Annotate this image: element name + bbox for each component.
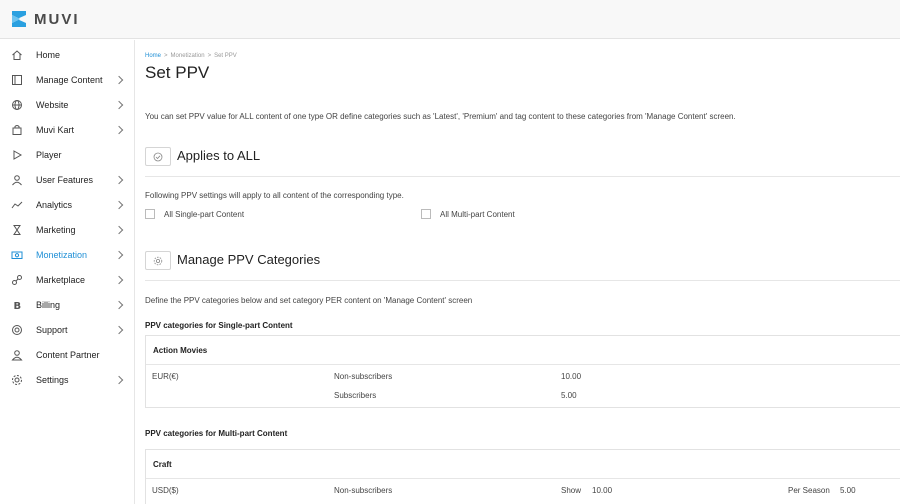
- price-value: 10.00: [561, 372, 582, 381]
- play-icon: [10, 148, 24, 162]
- partner-icon: [10, 348, 24, 362]
- manage-categories-section-header: Manage PPV Categories: [145, 251, 900, 281]
- chevron-right-icon: [114, 250, 124, 260]
- page-title: Set PPV: [145, 63, 210, 82]
- muvi-logo-icon: [12, 11, 26, 27]
- home-icon: [10, 48, 24, 62]
- sidebar-item-user-features[interactable]: User Features: [0, 168, 135, 192]
- chevron-right-icon: [114, 225, 124, 235]
- sidebar-item-label: Marketplace: [36, 275, 86, 285]
- multi-part-label: All Multi-part Content: [440, 209, 515, 219]
- sidebar-item-label: Home: [36, 50, 61, 60]
- chevron-right-icon: [114, 325, 124, 335]
- gear-icon: [145, 251, 171, 270]
- category-card-craft: Craft USD($) Non-subscribers Show 10.00 …: [145, 449, 900, 504]
- sidebar-item-label: Website: [36, 100, 69, 110]
- sidebar-item-label: Content Partner: [36, 350, 100, 360]
- sidebar-item-marketplace[interactable]: Marketplace: [0, 268, 135, 292]
- globe-icon: [10, 98, 24, 112]
- category-divider: [146, 478, 900, 479]
- sidebar-item-label: Muvi Kart: [36, 125, 75, 135]
- content-icon: [10, 73, 24, 87]
- bag-icon: [10, 123, 24, 137]
- applies-all-section-header: Applies to ALL: [145, 147, 900, 177]
- single-part-heading: PPV categories for Single-part Content: [145, 321, 293, 330]
- multi-part-checkbox[interactable]: [421, 209, 431, 219]
- category-card-action-movies: Action Movies EUR(€) Non-subscribers 10.…: [145, 335, 900, 408]
- breadcrumb-home-link[interactable]: Home: [145, 53, 161, 59]
- link-icon: [10, 273, 24, 287]
- sidebar-item-label: Billing: [36, 300, 61, 310]
- sidebar-item-label: Marketing: [36, 225, 76, 235]
- sidebar-item-content-partner[interactable]: Content Partner: [0, 343, 135, 367]
- sidebar-item-label: Analytics: [36, 200, 73, 210]
- chevron-right-icon: [114, 100, 124, 110]
- money-icon: [10, 248, 24, 262]
- category-name: Action Movies: [153, 346, 208, 355]
- currency-label: USD($): [152, 486, 179, 495]
- hourglass-icon: [10, 223, 24, 237]
- sidebar-item-billing[interactable]: B Billing: [0, 293, 135, 317]
- chevron-right-icon: [114, 175, 124, 185]
- bitcoin-icon: B: [10, 298, 24, 312]
- sidebar-item-settings[interactable]: Settings: [0, 368, 135, 392]
- single-part-option[interactable]: All Single-part Content: [145, 209, 244, 219]
- support-icon: [10, 323, 24, 337]
- applies-all-title: Applies to ALL: [177, 148, 261, 163]
- audience-label: Non-subscribers: [334, 486, 393, 495]
- check-circle-icon: [145, 147, 171, 166]
- season-label: Per Season: [788, 486, 830, 495]
- brand-name: MUVI: [34, 10, 80, 28]
- breadcrumb: Home > Monetization > Set PPV: [145, 53, 237, 59]
- currency-label: EUR(€): [152, 372, 179, 381]
- sidebar-item-manage-content[interactable]: Manage Content: [0, 68, 135, 92]
- manage-categories-description: Define the PPV categories below and set …: [145, 296, 473, 305]
- sidebar: Home Manage Content Website Muvi Kart Pl…: [0, 40, 135, 504]
- chevron-right-icon: [114, 200, 124, 210]
- category-divider: [146, 364, 900, 365]
- show-label: Show: [561, 486, 582, 495]
- season-price: 5.00: [840, 486, 856, 495]
- sidebar-item-label: Monetization: [36, 250, 88, 260]
- svg-text:B: B: [14, 301, 22, 311]
- muvi-logo[interactable]: MUVI: [10, 9, 80, 29]
- multi-part-heading: PPV categories for Multi-part Content: [145, 429, 288, 438]
- multi-part-option[interactable]: All Multi-part Content: [421, 209, 515, 219]
- breadcrumb-monetization-link[interactable]: Monetization: [171, 53, 205, 59]
- sidebar-item-label: Player: [36, 150, 62, 160]
- sidebar-item-website[interactable]: Website: [0, 93, 135, 117]
- sidebar-item-label: User Features: [36, 175, 94, 185]
- top-bar: MUVI: [0, 0, 900, 39]
- single-part-checkbox[interactable]: [145, 209, 155, 219]
- chevron-right-icon: [114, 300, 124, 310]
- sidebar-item-monetization[interactable]: Monetization: [0, 243, 135, 267]
- sidebar-item-home[interactable]: Home: [0, 43, 135, 67]
- chevron-right-icon: [114, 375, 124, 385]
- price-value: 5.00: [561, 391, 577, 400]
- category-name: Craft: [153, 460, 172, 469]
- sidebar-item-support[interactable]: Support: [0, 318, 135, 342]
- audience-label: Non-subscribers: [334, 372, 393, 381]
- chevron-right-icon: [114, 275, 124, 285]
- main-content: Home > Monetization > Set PPV Set PPV You ca…: [136, 40, 900, 504]
- show-price: 10.00: [592, 486, 613, 495]
- sidebar-item-player[interactable]: Player: [0, 143, 135, 167]
- chevron-right-icon: [114, 75, 124, 85]
- analytics-icon: [10, 198, 24, 212]
- page-intro-text: You can set PPV value for ALL content of…: [145, 112, 736, 121]
- chevron-right-icon: [114, 125, 124, 135]
- manage-categories-title: Manage PPV Categories: [177, 252, 321, 267]
- applies-all-description: Following PPV settings will apply to all…: [145, 191, 404, 200]
- sidebar-item-label: Support: [36, 325, 68, 335]
- sidebar-item-marketing[interactable]: Marketing: [0, 218, 135, 242]
- sidebar-item-label: Settings: [36, 375, 69, 385]
- single-part-label: All Single-part Content: [164, 209, 245, 219]
- gear-icon: [10, 373, 24, 387]
- user-icon: [10, 173, 24, 187]
- sidebar-item-analytics[interactable]: Analytics: [0, 193, 135, 217]
- breadcrumb-current: Set PPV: [214, 53, 237, 59]
- audience-label: Subscribers: [334, 391, 377, 400]
- sidebar-item-muvi-kart[interactable]: Muvi Kart: [0, 118, 135, 142]
- sidebar-item-label: Manage Content: [36, 75, 103, 85]
